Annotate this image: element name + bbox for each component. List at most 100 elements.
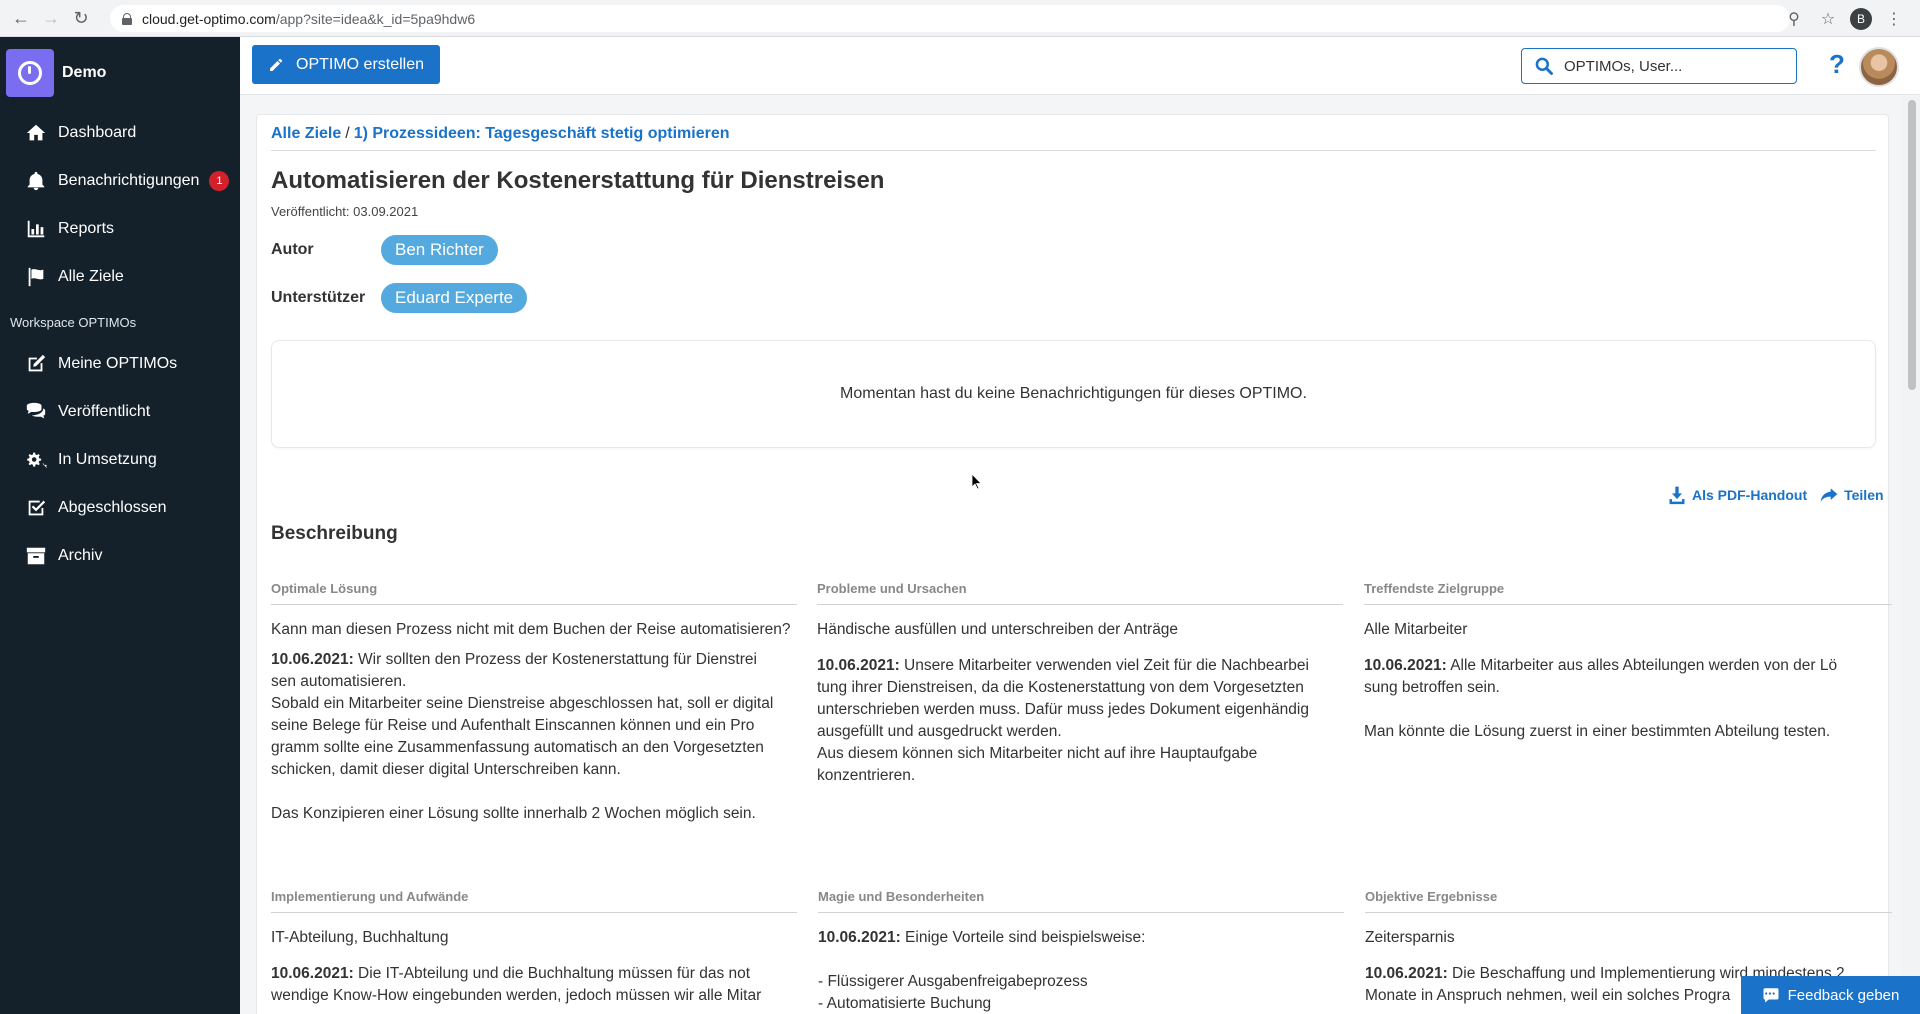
sidebar-item-in-umsetzung[interactable]: In Umsetzung: [0, 436, 240, 484]
field-date: 10.06.2021:: [271, 965, 354, 982]
field-date: 10.06.2021:: [271, 651, 354, 668]
profile-avatar[interactable]: B: [1850, 7, 1872, 30]
supporter-row: Unterstützer Eduard Experte: [271, 283, 528, 313]
field-summary: Händische ausfüllen und unterschreiben d…: [817, 621, 1179, 638]
feedback-button[interactable]: Feedback geben: [1741, 976, 1920, 1014]
bar-chart-icon: [24, 217, 48, 241]
field-body: 10.06.2021: Alle Mitarbeiter aus alles A…: [1364, 655, 1892, 743]
field-optimale-loesung: Optimale Lösung Kann man diesen Prozess …: [271, 581, 797, 825]
sidebar-item-label: Benachrichtigungen: [58, 172, 200, 189]
star-icon[interactable]: ☆: [1816, 7, 1840, 31]
sidebar-item-label: Meine OPTIMOs: [58, 355, 178, 372]
breadcrumb-root-link[interactable]: Alle Ziele: [271, 125, 341, 142]
create-optimo-button[interactable]: OPTIMO erstellen: [252, 45, 440, 84]
search-icon: [1535, 57, 1553, 75]
field-label: Treffendste Zielgruppe: [1364, 581, 1892, 605]
search-input[interactable]: OPTIMOs, User...: [1521, 48, 1797, 84]
brand-name: Demo: [62, 64, 107, 81]
sidebar-item-archiv[interactable]: Archiv: [0, 532, 240, 580]
menu-dots-icon[interactable]: ⋮: [1882, 7, 1906, 31]
author-pill[interactable]: Ben Richter: [381, 235, 498, 265]
key-icon[interactable]: ⚲: [1782, 7, 1806, 31]
brand[interactable]: Demo: [0, 37, 240, 109]
bell-icon: [24, 169, 48, 193]
optimo-logo-icon: [6, 49, 54, 97]
pdf-handout-label: Als PDF-Handout: [1692, 487, 1808, 503]
search-placeholder: OPTIMOs, User...: [1564, 57, 1683, 75]
field-implementierung: Implementierung und Aufwände IT-Abteilun…: [271, 889, 797, 1007]
pencil-icon: [270, 58, 283, 71]
field-probleme-und-ursachen: Probleme und Ursachen Händische ausfülle…: [817, 581, 1343, 787]
share-button[interactable]: Teilen: [1819, 485, 1884, 505]
forward-icon[interactable]: →: [36, 3, 66, 33]
field-body: 10.06.2021: Unsere Mitarbeiter verwenden…: [817, 655, 1343, 787]
author-row: Autor Ben Richter: [271, 235, 498, 265]
feedback-label: Feedback geben: [1787, 986, 1900, 1004]
notification-notice: Momentan hast du keine Benachrichtigunge…: [271, 340, 1876, 448]
sidebar-item-reports[interactable]: Reports: [0, 205, 240, 253]
create-optimo-label: OPTIMO erstellen: [296, 55, 425, 73]
top-bar: OPTIMO erstellen OPTIMOs, User... ?: [240, 37, 1920, 95]
description-heading: Beschreibung: [271, 523, 398, 544]
back-icon[interactable]: ←: [6, 3, 36, 33]
field-text: Wir sollten den Prozess der Kostenerstat…: [271, 651, 774, 822]
url-path: /app?site=idea&k_id=5pa9hdw6: [275, 10, 476, 27]
field-summary: Zeitersparnis: [1365, 929, 1455, 946]
help-icon[interactable]: ?: [1822, 49, 1852, 79]
field-date: 10.06.2021:: [818, 929, 901, 946]
field-date: 10.06.2021:: [1364, 657, 1447, 674]
supporter-pill[interactable]: Eduard Experte: [381, 283, 528, 313]
sidebar-item-label: Dashboard: [58, 124, 137, 141]
lock-icon: [122, 12, 132, 25]
field-summary: Kann man diesen Prozess nicht mit dem Bu…: [271, 621, 791, 638]
field-label: Objektive Ergebnisse: [1365, 889, 1892, 913]
breadcrumb-current-link[interactable]: 1) Prozessideen: Tagesgeschäft stetig op…: [354, 125, 730, 142]
field-date: 10.06.2021:: [817, 657, 900, 674]
sidebar-item-alle-ziele[interactable]: Alle Ziele: [0, 253, 240, 301]
edit-icon: [24, 352, 48, 376]
author-label: Autor: [271, 241, 314, 258]
field-date: 10.06.2021:: [1365, 965, 1448, 982]
sidebar-item-dashboard[interactable]: Dashboard: [0, 109, 240, 157]
field-text: Unsere Mitarbeiter verwenden viel Zeit f…: [817, 657, 1309, 784]
sidebar-item-benachrichtigungen[interactable]: Benachrichtigungen 1: [0, 157, 240, 205]
optimo-card: Alle Ziele/1) Prozessideen: Tagesgeschäf…: [256, 114, 1892, 1014]
user-avatar[interactable]: [1859, 47, 1899, 87]
reload-icon[interactable]: ↻: [66, 3, 96, 33]
sidebar-item-label: Alle Ziele: [58, 268, 124, 285]
field-body: 10.06.2021: Einige Vorteile sind beispie…: [818, 927, 1344, 1014]
breadcrumb: Alle Ziele/1) Prozessideen: Tagesgeschäf…: [271, 125, 1876, 151]
sidebar-item-label: In Umsetzung: [58, 451, 157, 468]
field-label: Magie und Besonderheiten: [818, 889, 1344, 913]
card-actions: Als PDF-Handout Teilen: [1667, 485, 1884, 505]
pdf-handout-button[interactable]: Als PDF-Handout: [1667, 485, 1807, 505]
sidebar-item-label: Reports: [58, 220, 115, 237]
field-label: Probleme und Ursachen: [817, 581, 1343, 605]
notice-text: Momentan hast du keine Benachrichtigunge…: [840, 385, 1307, 402]
mouse-cursor-icon: [972, 474, 982, 490]
field-summary: Alle Mitarbeiter: [1364, 621, 1468, 638]
field-summary: IT-Abteilung, Buchhaltung: [271, 929, 449, 946]
supporter-label: Unterstützer: [271, 289, 366, 306]
sidebar-item-meine-optimos[interactable]: Meine OPTIMOs: [0, 340, 240, 388]
field-body: 10.06.2021: Die IT-Abteilung und die Buc…: [271, 963, 797, 1007]
chat-icon: [1763, 988, 1779, 1003]
flag-icon: [24, 265, 48, 289]
comments-icon: [24, 400, 48, 424]
sidebar-item-label: Veröffentlicht: [58, 403, 151, 420]
url-host: cloud.get-optimo.com: [142, 10, 276, 27]
sidebar-item-veroeffentlicht[interactable]: Veröffentlicht: [0, 388, 240, 436]
browser-toolbar: ← → ↻ cloud.get-optimo.com/app?site=idea…: [0, 0, 1920, 37]
gears-icon: [24, 448, 48, 472]
page-scrollbar[interactable]: [1908, 100, 1916, 390]
sidebar-item-label: Abgeschlossen: [58, 499, 167, 516]
share-label: Teilen: [1844, 487, 1884, 503]
home-icon: [24, 121, 48, 145]
field-label: Optimale Lösung: [271, 581, 797, 605]
main-content: Alle Ziele/1) Prozessideen: Tagesgeschäf…: [240, 95, 1902, 1014]
address-bar[interactable]: cloud.get-optimo.com/app?site=idea&k_id=…: [110, 5, 1790, 32]
sidebar-item-abgeschlossen[interactable]: Abgeschlossen: [0, 484, 240, 532]
field-label: Implementierung und Aufwände: [271, 889, 797, 913]
sidebar-item-label: Archiv: [58, 547, 103, 564]
field-body: 10.06.2021: Wir sollten den Prozess der …: [271, 649, 797, 825]
